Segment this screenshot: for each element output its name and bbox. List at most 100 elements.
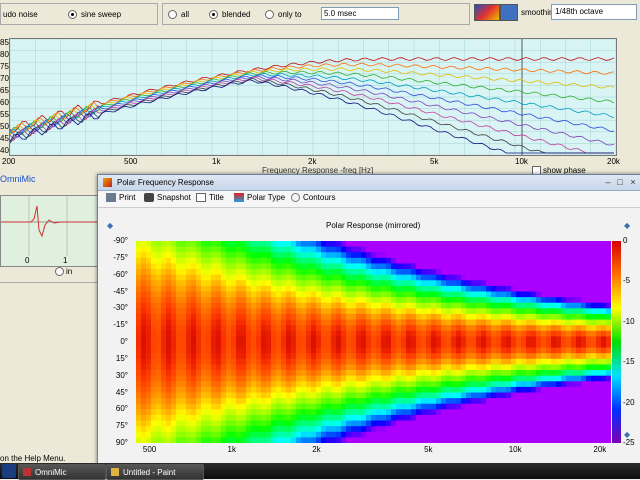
heatmap-cell (151, 431, 157, 438)
heatmap-cell (226, 426, 232, 433)
heatmap-cell (286, 285, 292, 293)
heatmap-cell (296, 241, 302, 248)
heatmap-cell (296, 263, 302, 270)
heatmap-cell (331, 386, 337, 394)
heatmap-cell (231, 392, 237, 399)
in-radio[interactable] (55, 267, 64, 276)
heatmap-cell (196, 426, 202, 433)
heatmap-cell (331, 263, 337, 270)
close-icon[interactable]: × (628, 177, 638, 187)
msec-input[interactable] (321, 7, 399, 20)
x-tick: 500 (124, 157, 138, 166)
heatmap-cell (341, 291, 347, 298)
heatmap-cell (546, 398, 552, 405)
heatmap-cell (231, 375, 237, 382)
heatmap-cell (301, 313, 307, 321)
taskbar-item-omnimic[interactable]: OmniMic (18, 464, 106, 480)
heatmap-cell (166, 358, 172, 366)
heatmap-cell (381, 347, 387, 354)
start-icon[interactable] (2, 464, 16, 478)
polar-titlebar[interactable]: Polar Frequency Response – □ × (98, 175, 640, 191)
heatmap-cell (216, 325, 222, 332)
heatmap-cell (596, 398, 602, 405)
heatmap-cell (581, 257, 587, 265)
heatmap-cell (541, 302, 547, 309)
heatmap-cell (151, 437, 157, 443)
polar-type-button[interactable]: Polar Type (234, 193, 285, 202)
heatmap-cell (526, 302, 532, 309)
heatmap-cell (476, 370, 482, 377)
color-scheme-icon[interactable] (474, 4, 500, 21)
heatmap-cell (371, 313, 377, 321)
heatmap-cell (481, 414, 487, 422)
contours-button[interactable]: Contours (291, 193, 335, 202)
all-radio[interactable] (168, 9, 177, 20)
heatmap-cell (501, 420, 507, 427)
heatmap-cell (271, 375, 277, 382)
heatmap-cell (531, 353, 537, 360)
x-tick: 10k (515, 157, 528, 166)
title-button[interactable]: Title (196, 193, 224, 202)
heatmap-cell (466, 381, 472, 388)
heatmap-cell (291, 257, 297, 265)
heatmap-cell (301, 403, 307, 410)
impulse-svg (1, 196, 98, 256)
nav-right-icon[interactable]: ◆ (624, 221, 630, 230)
heatmap-cell (261, 403, 267, 410)
heatmap-cell (511, 246, 517, 253)
heatmap-cell (211, 381, 217, 388)
nav-bottom-icon[interactable]: ◆ (624, 430, 630, 439)
blended-radio[interactable] (209, 9, 218, 20)
heatmap-cell (406, 375, 412, 382)
heatmap-cell (426, 426, 432, 433)
heatmap-cell (236, 308, 242, 315)
heatmap-cell (181, 285, 187, 293)
heatmap-cell (236, 285, 242, 293)
heatmap-cell (206, 347, 212, 354)
heatmap-cell (146, 285, 152, 293)
sine-sweep-radio[interactable] (68, 9, 77, 20)
heatmap-cell (261, 274, 267, 281)
heatmap-cell (356, 291, 362, 298)
heatmap-cell (241, 426, 247, 433)
heatmap-cell (461, 342, 467, 349)
heatmap-cell (251, 358, 257, 366)
heatmap-cell (196, 409, 202, 416)
heatmap-cell (576, 398, 582, 405)
heatmap-cell (281, 302, 287, 309)
heatmap-cell (296, 375, 302, 382)
heatmap-cell (326, 319, 332, 326)
heatmap-cell (221, 330, 227, 337)
heatmap-cell (601, 398, 607, 405)
heatmap-cell (281, 414, 287, 422)
heatmap-cell (536, 370, 542, 377)
heatmap-cell (326, 263, 332, 270)
smoothing-select[interactable]: 1/48th octave (551, 4, 637, 20)
maximize-icon[interactable]: □ (615, 177, 625, 187)
heatmap-cell (316, 241, 322, 248)
heatmap-cell (406, 364, 412, 371)
heatmap-cell (536, 381, 542, 388)
snapshot-button[interactable]: Snapshot (144, 193, 191, 202)
heatmap-cell (331, 403, 337, 410)
taskbar-item-paint[interactable]: Untitled - Paint (106, 464, 204, 480)
heatmap-cell (501, 342, 507, 349)
only-to-radio[interactable] (265, 9, 274, 20)
overlay-icon[interactable] (500, 4, 518, 21)
heatmap-cell (236, 392, 242, 399)
heatmap-cell (401, 291, 407, 298)
heatmap-cell (431, 257, 437, 265)
heatmap-cell (206, 414, 212, 422)
minimize-icon[interactable]: – (603, 177, 613, 187)
heatmap-cell (346, 269, 352, 276)
heatmap-cell (446, 280, 452, 287)
nav-left-icon[interactable]: ◆ (107, 221, 113, 230)
heatmap-cell (521, 386, 527, 394)
heatmap-cell (486, 246, 492, 253)
heatmap-cell (581, 241, 587, 248)
heatmap-cell (516, 302, 522, 309)
heatmap-cell (246, 241, 252, 248)
frequency-response-plot[interactable] (9, 38, 617, 156)
heatmap-cell (586, 291, 592, 298)
print-button[interactable]: Print (106, 193, 135, 202)
